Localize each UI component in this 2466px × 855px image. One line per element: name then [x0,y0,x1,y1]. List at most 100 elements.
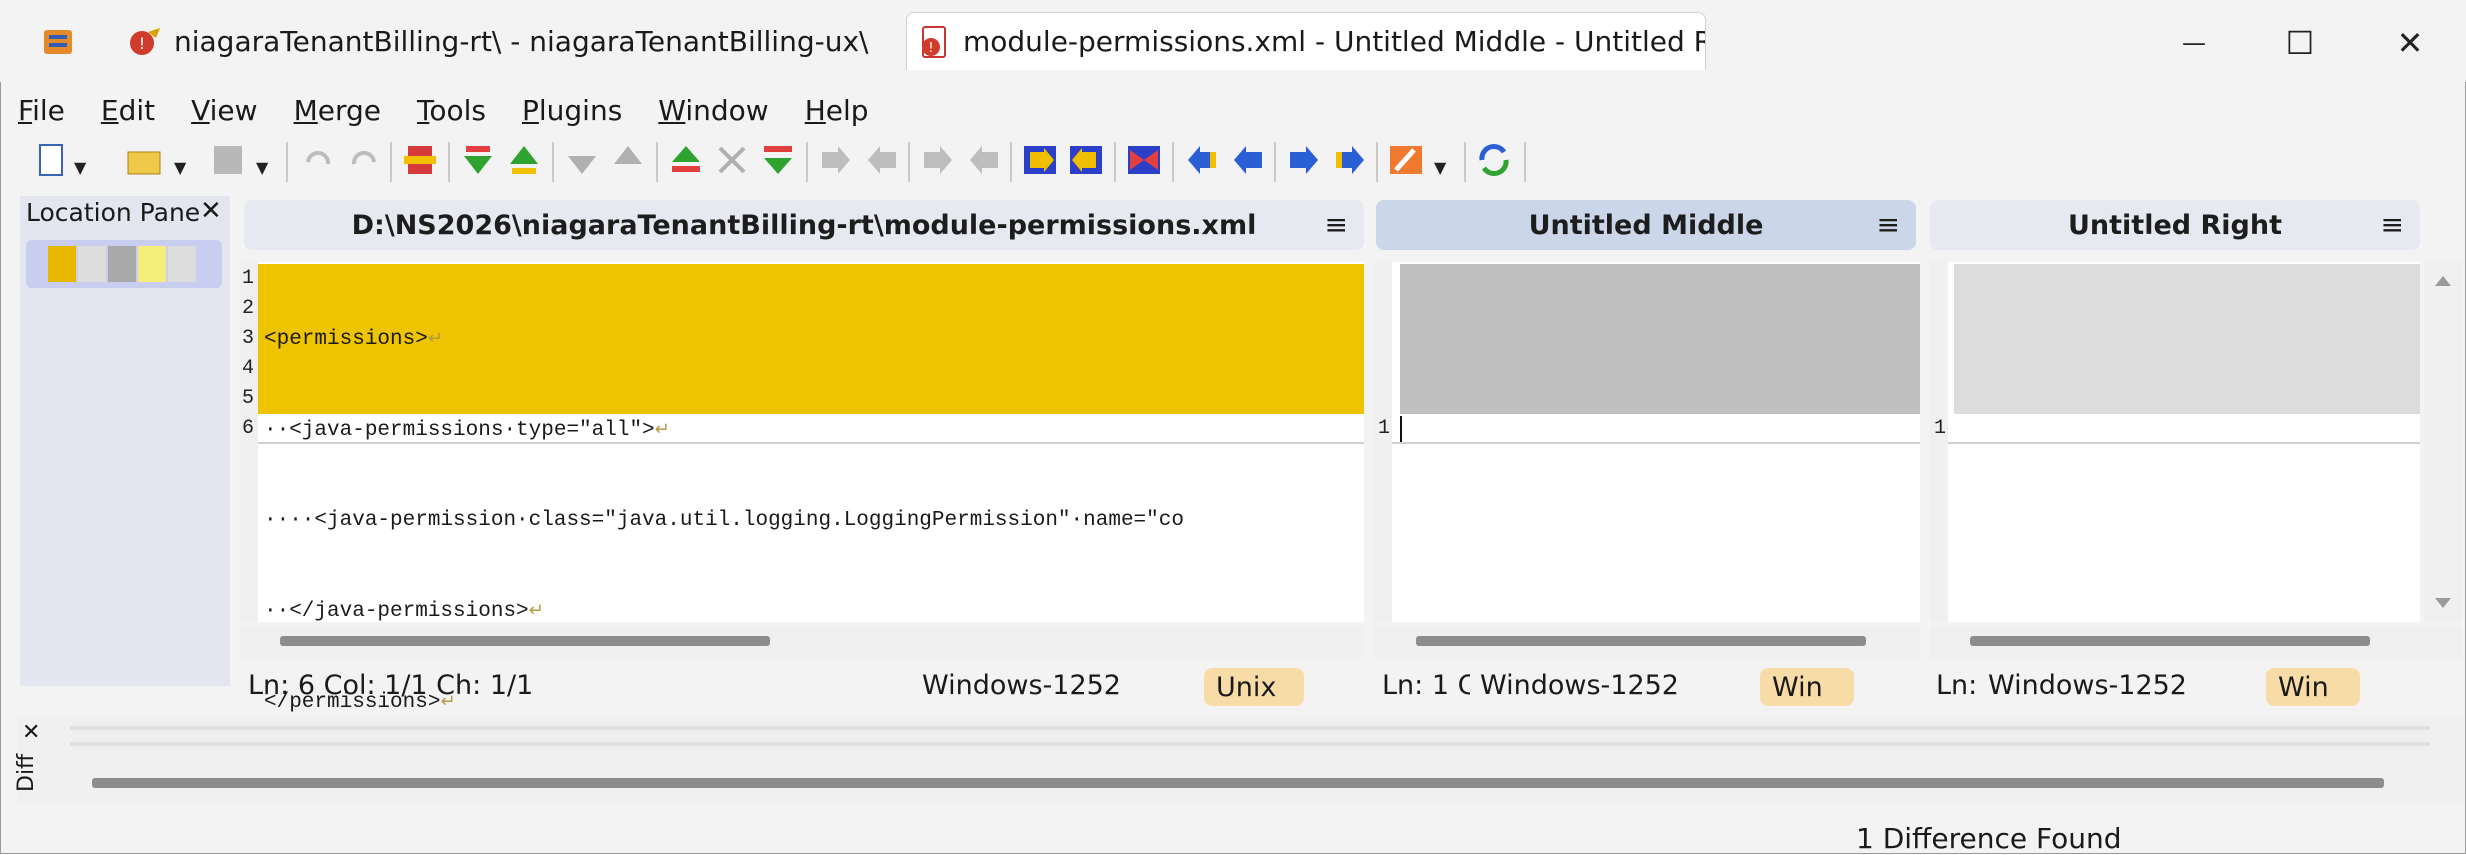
copy-to-right-alt-icon[interactable] [1332,142,1368,178]
left-pane-header[interactable]: D:\NS2026\niagaraTenantBilling-rt\module… [244,200,1364,250]
hamburger-icon[interactable]: ≡ [2381,208,2404,241]
pane-title: Untitled Middle [1528,209,1764,241]
svg-text:!: ! [928,41,933,56]
copy-to-left-alt-icon[interactable] [1230,142,1266,178]
horizontal-scrollbar[interactable] [1374,626,1920,658]
scrollbar-thumb[interactable] [280,636,770,646]
toolbar-separator [656,142,658,182]
divider [1948,442,2420,444]
close-icon[interactable]: ✕ [22,720,40,745]
copy-to-left-icon[interactable] [1184,142,1220,178]
divider [1392,442,1920,444]
merge-right-icon[interactable] [1022,142,1058,178]
scrollbar-thumb[interactable] [1416,636,1866,646]
encoding[interactable]: Windows-1252 [1988,670,2187,701]
tab-file-compare[interactable]: ! module-permissions.xml - Untitled Midd… [906,12,1706,70]
close-icon[interactable]: ✕ [200,196,222,226]
previous-difference-icon[interactable] [506,142,542,178]
menu-help[interactable]: Help [805,94,869,127]
refresh-icon[interactable] [1476,142,1512,178]
maximize-button[interactable]: ☐ [2270,18,2330,68]
scroll-down-icon[interactable] [2434,596,2452,610]
next-difference-icon[interactable] [460,142,496,178]
close-icon: ✕ [2396,24,2424,62]
right-pane-header[interactable]: Untitled Right ≡ [1930,200,2420,250]
scrollbar-thumb[interactable] [1970,636,2370,646]
merge-both-icon[interactable] [1126,142,1162,178]
first-difference-icon[interactable] [668,142,704,178]
menu-bar: File Edit View Merge Tools Plugins Windo… [18,86,905,134]
difference-count: 1 Difference Found [1856,822,2122,855]
next-conflict-icon[interactable] [564,142,600,178]
eol-badge[interactable]: Unix [1204,668,1304,706]
maximize-icon: ☐ [2285,24,2315,62]
diff-scrollbar-thumb[interactable] [92,778,2384,788]
tab-label: niagaraTenantBilling-rt\ - niagaraTenant… [174,24,878,58]
copy-to-right-icon[interactable] [1286,142,1322,178]
diff-track [70,726,2430,730]
middle-pane-header[interactable]: Untitled Middle ≡ [1376,200,1916,250]
toolbar-separator [390,142,392,182]
menu-file[interactable]: File [18,94,65,127]
edit-pencil-icon[interactable] [1388,142,1424,178]
current-difference-icon[interactable] [714,142,750,178]
location-marker [48,246,76,282]
encoding[interactable]: Windows-1252 [922,670,1121,701]
toolbar-separator [1464,142,1466,182]
menu-edit[interactable]: Edit [101,94,155,127]
close-button[interactable]: ✕ [2380,18,2440,68]
file-compare-icon: ! [917,25,951,59]
location-pane-title: Location Pane [26,198,201,227]
copy-left-icon[interactable] [864,142,900,178]
menu-window[interactable]: Window [658,94,768,127]
code-line: ··</java-permissions>↵ [264,600,544,623]
cursor-position: Ln: 1 C [1382,670,1470,701]
horizontal-scrollbar[interactable] [240,626,1364,658]
folder-compare-icon: ! [128,24,162,58]
file-path: D:\NS2026\niagaraTenantBilling-rt\module… [351,209,1257,241]
chevron-down-icon[interactable]: ▼ [1434,158,1446,177]
hamburger-icon[interactable]: ≡ [1325,208,1348,241]
menu-merge[interactable]: Merge [294,94,381,127]
menu-tools[interactable]: Tools [417,94,486,127]
last-difference-icon[interactable] [760,142,796,178]
eol-badge[interactable]: Win [2266,668,2360,706]
line-numbers: 1 2 3 4 5 6 [242,267,255,440]
tab-folder-compare[interactable]: ! niagaraTenantBilling-rt\ - niagaraTena… [118,12,878,70]
copy-all-right-icon[interactable] [920,142,956,178]
toolbar-separator [1172,142,1174,182]
menu-plugins[interactable]: Plugins [522,94,622,127]
copy-all-left-icon[interactable] [966,142,1002,178]
undo-icon[interactable] [300,142,336,178]
minimize-button[interactable]: — [2164,18,2224,68]
minimize-icon: — [2182,29,2206,57]
chevron-down-icon[interactable]: ▼ [74,158,86,177]
app-icon[interactable] [40,24,76,60]
location-marker [108,246,136,282]
copy-right-icon[interactable] [818,142,854,178]
menu-view[interactable]: View [191,94,257,127]
previous-conflict-icon[interactable] [610,142,646,178]
redo-icon[interactable] [346,142,382,178]
title-bar: ! niagaraTenantBilling-rt\ - niagaraTena… [0,0,2466,82]
vertical-scrollbar[interactable] [2424,262,2462,622]
toggle-changes-icon[interactable] [402,142,438,178]
horizontal-scrollbar[interactable] [1930,626,2462,658]
chevron-down-icon[interactable]: ▼ [174,158,186,177]
eol-badge[interactable]: Win [1760,668,1854,706]
toolbar-separator [1524,142,1526,182]
diff-panel-label: Diff [14,753,39,792]
location-map[interactable] [26,240,222,288]
chevron-down-icon[interactable]: ▼ [256,158,268,177]
open-folder-icon[interactable] [126,142,162,178]
toolbar: ▼ ▼ ▼ ▼ [30,138,1650,188]
new-document-icon[interactable] [34,142,70,178]
hamburger-icon[interactable]: ≡ [1877,208,1900,241]
code-line: <permissions>↵ [264,328,443,351]
pane-title: Untitled Right [2067,209,2282,241]
scroll-up-icon[interactable] [2434,274,2452,288]
merge-left-icon[interactable] [1068,142,1104,178]
save-icon[interactable] [210,142,246,178]
encoding[interactable]: Windows-1252 [1480,670,1679,701]
location-marker [78,246,106,282]
